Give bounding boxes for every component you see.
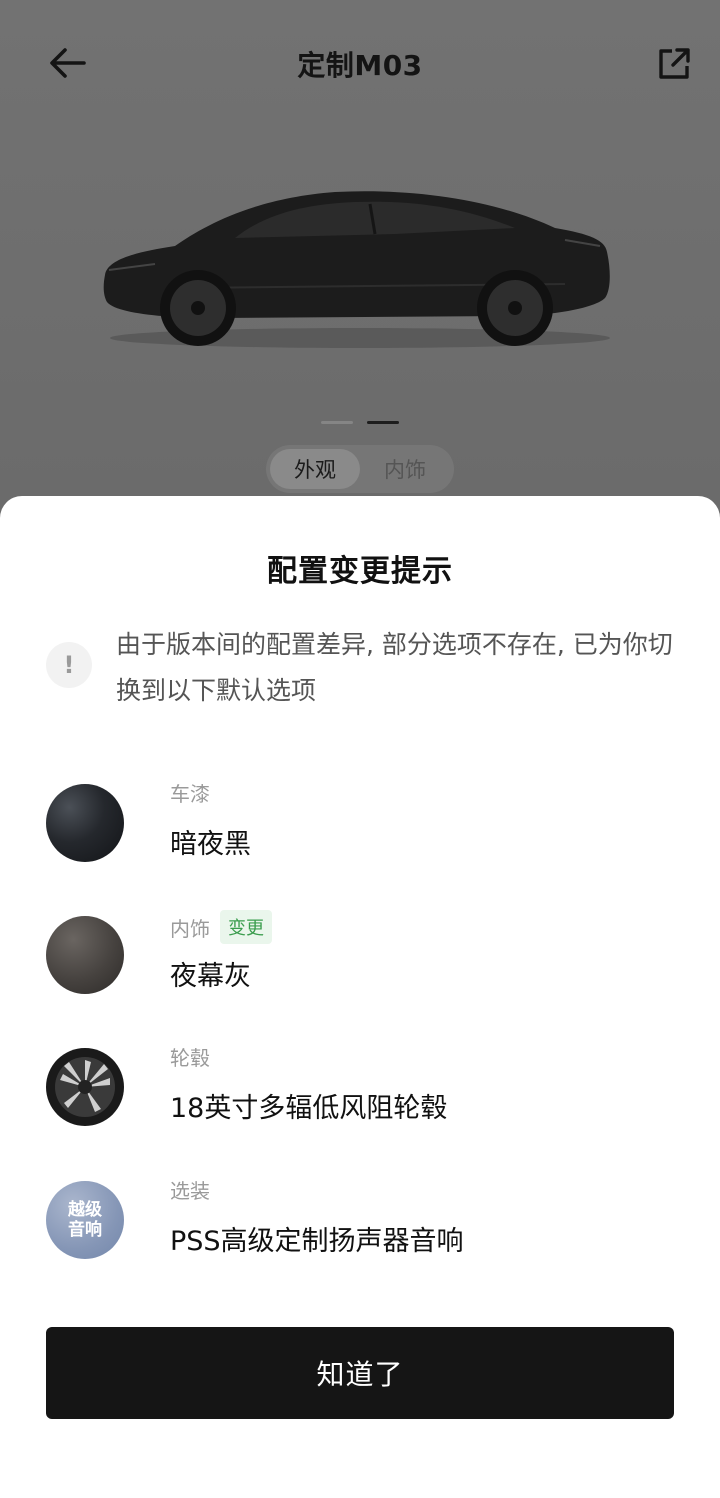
share-button[interactable] <box>650 40 698 88</box>
option-value: 18英寸多辐低风阻轮毂 <box>170 1093 448 1124</box>
dialog-title: 配置变更提示 <box>267 554 453 589</box>
audio-icon-text-1: 越级 <box>68 1200 102 1220</box>
option-category: 轮毂 <box>170 1042 210 1071</box>
view-toggle: 外观 内饰 <box>266 445 454 493</box>
top-bar: 定制M03 <box>0 28 720 98</box>
page-background: 定制M03 外观 内饰 <box>0 0 720 560</box>
option-category: 车漆 <box>170 778 210 807</box>
interior-swatch-icon <box>46 916 124 994</box>
audio-package-icon: 越级 音响 <box>46 1181 124 1259</box>
option-value: PSS高级定制扬声器音响 <box>170 1226 464 1257</box>
option-category: 选装 <box>170 1175 210 1204</box>
option-row-wheel: 轮毂 18英寸多辐低风阻轮毂 <box>46 1042 676 1132</box>
category-label: 选装 <box>170 1179 210 1203</box>
wheel-swatch-icon <box>46 1048 124 1126</box>
toggle-exterior[interactable]: 外观 <box>270 449 360 489</box>
option-row-audio: 越级 音响 选装 PSS高级定制扬声器音响 <box>46 1175 676 1265</box>
carousel-dot-active[interactable] <box>367 421 399 424</box>
option-category: 内饰 变更 <box>170 910 272 944</box>
option-value: 夜幕灰 <box>170 961 251 992</box>
change-badge: 变更 <box>220 910 272 944</box>
notice-text: 由于版本间的配置差异, 部分选项不存在, 已为你切换到以下默认选项 <box>116 630 673 705</box>
confirm-button[interactable]: 知道了 <box>46 1327 674 1419</box>
config-change-dialog: 配置变更提示 ! 由于版本间的配置差异, 部分选项不存在, 已为你切换到以下默认… <box>0 496 720 1498</box>
exclamation-icon: ! <box>46 642 92 688</box>
carousel-dots <box>0 421 720 425</box>
toggle-interior[interactable]: 内饰 <box>360 449 450 489</box>
category-label: 车漆 <box>170 782 210 806</box>
page-title: 定制M03 <box>297 49 423 82</box>
car-image <box>103 191 610 348</box>
category-label: 轮毂 <box>170 1046 210 1070</box>
carousel-dot[interactable] <box>321 421 353 424</box>
category-label: 内饰 <box>170 916 210 941</box>
option-row-interior: 内饰 变更 夜幕灰 <box>46 910 676 1000</box>
paint-swatch-icon <box>46 784 124 862</box>
audio-icon-text-2: 音响 <box>68 1220 102 1240</box>
option-value: 暗夜黑 <box>170 829 251 860</box>
option-row-paint: 车漆 暗夜黑 <box>46 778 676 868</box>
share-icon <box>659 48 690 79</box>
